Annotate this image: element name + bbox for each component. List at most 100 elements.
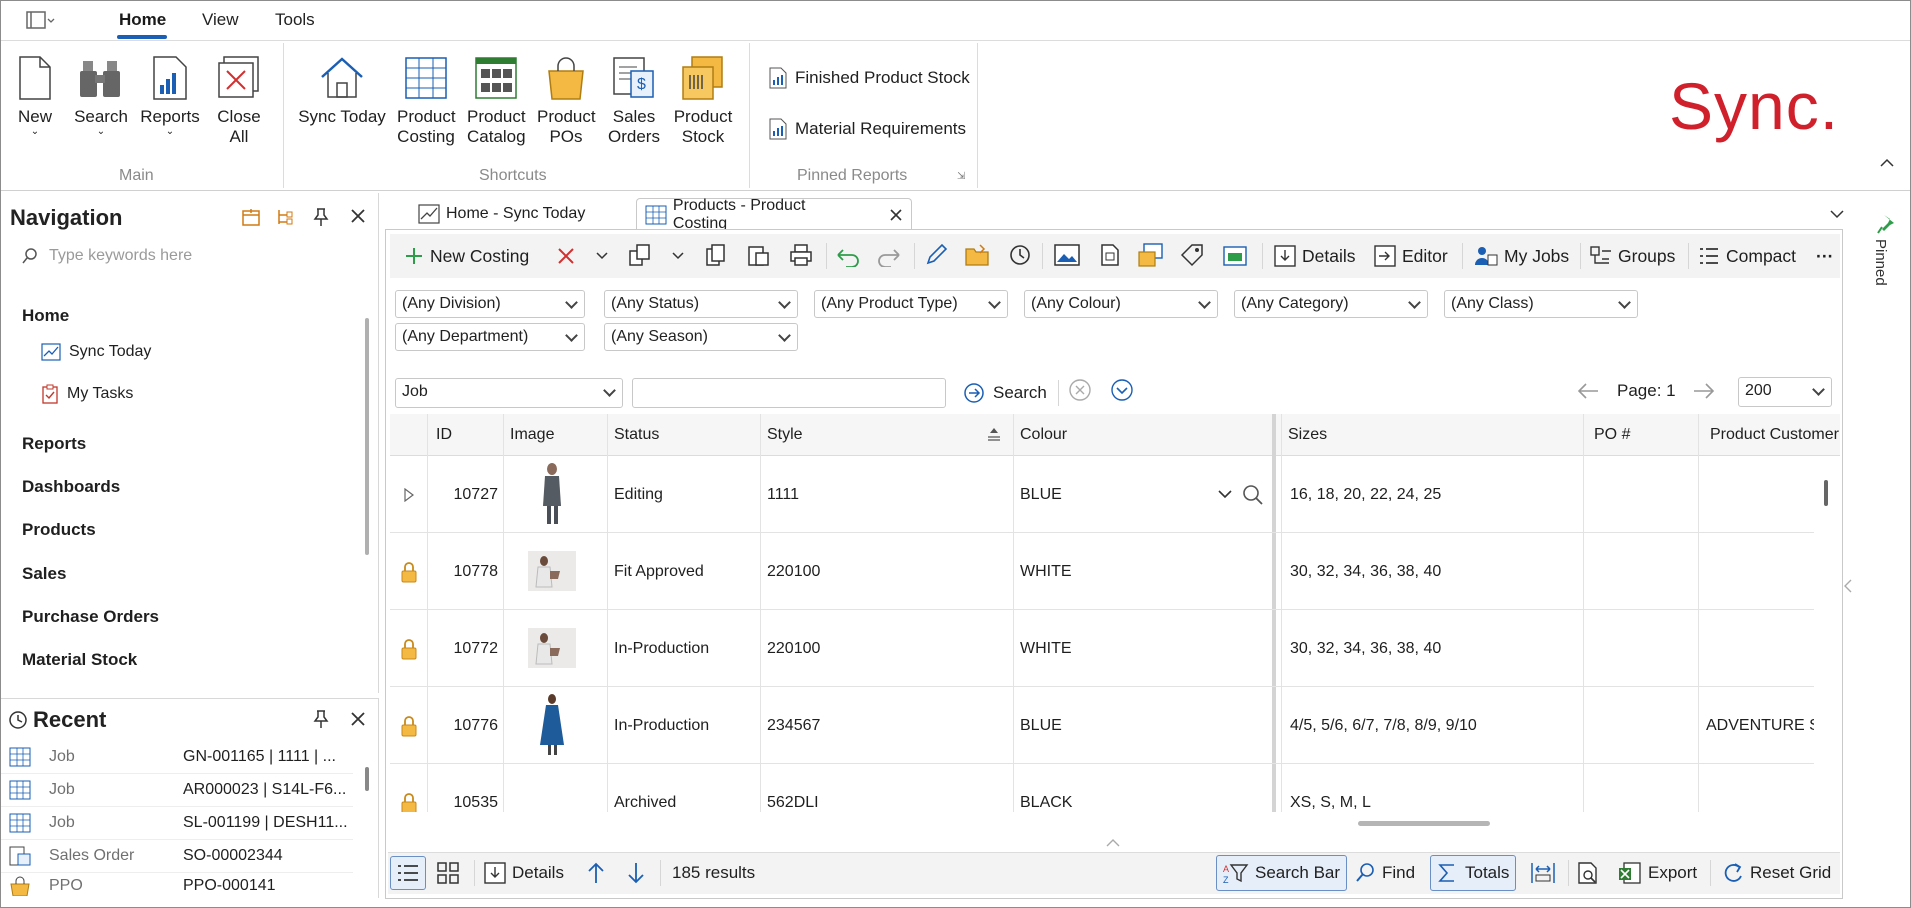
nav-add-favorite-icon[interactable] <box>241 207 261 232</box>
editor-button[interactable]: Editor <box>1374 240 1448 272</box>
nav-item-my-tasks[interactable]: My Tasks <box>41 384 133 404</box>
more-options-button[interactable]: ··· <box>1816 240 1833 272</box>
nav-tree-icon[interactable] <box>275 207 295 232</box>
column-header-style[interactable]: Style <box>761 414 803 456</box>
pinned-report-finished-product-stock[interactable]: Finished Product Stock <box>769 67 970 89</box>
close-tab-icon[interactable] <box>889 208 903 222</box>
category-filter[interactable]: (Any Category) <box>1234 290 1428 318</box>
collapse-panel-chevron-icon[interactable] <box>1106 838 1120 848</box>
groups-button[interactable]: Groups <box>1590 240 1675 272</box>
shortcut-product-catalog[interactable]: Product Catalog <box>467 55 526 147</box>
table-row[interactable]: 10772 In-Production 220100 WHITE 30, 32,… <box>390 610 1814 687</box>
nav-item-purchase-orders[interactable]: Purchase Orders <box>22 607 159 627</box>
tab-home-sync-today[interactable]: Home - Sync Today <box>410 199 630 229</box>
shortcut-product-costing[interactable]: Product Costing <box>397 55 456 147</box>
cell-colour[interactable]: BLUE <box>1020 456 1062 533</box>
column-header-sizes[interactable]: Sizes <box>1282 414 1327 456</box>
paste-icon[interactable] <box>746 243 770 267</box>
app-menu-icon[interactable] <box>25 10 55 32</box>
sort-ascending-icon[interactable] <box>986 427 1002 441</box>
department-filter[interactable]: (Any Department) <box>395 323 585 351</box>
totals-toggle[interactable]: Totals <box>1430 855 1517 891</box>
nav-scrollbar[interactable] <box>365 318 369 555</box>
reports-button[interactable]: Reports ⌄ <box>139 55 201 137</box>
search-input[interactable] <box>632 378 946 408</box>
pinned-report-material-requirements[interactable]: Material Requirements <box>769 118 966 140</box>
page-size-select[interactable]: 200 <box>1738 377 1832 407</box>
product-type-filter[interactable]: (Any Product Type) <box>814 290 1008 318</box>
chevron-down-icon[interactable] <box>1218 490 1232 500</box>
expand-row-icon[interactable] <box>404 488 414 502</box>
tab-list-chevron-icon[interactable] <box>1829 205 1845 225</box>
table-row[interactable]: 10535 Archived 562DLI BLACK XS, S, M, L <box>390 764 1814 812</box>
nav-close-icon[interactable] <box>349 207 367 230</box>
search-button[interactable]: Search <box>963 378 1047 408</box>
close-all-button[interactable]: Close All <box>213 55 265 147</box>
shortcut-sales-orders[interactable]: $ Sales Orders <box>607 55 661 147</box>
nav-item-dashboards[interactable]: Dashboards <box>22 477 120 497</box>
image-icon[interactable] <box>1054 244 1080 266</box>
recent-row[interactable]: Job GN-001165 | 1111 | ... <box>1 741 353 774</box>
vertical-scrollbar[interactable] <box>1824 480 1828 506</box>
colour-filter[interactable]: (Any Colour) <box>1024 290 1218 318</box>
recent-pin-icon[interactable] <box>311 709 331 734</box>
season-filter[interactable]: (Any Season) <box>604 323 798 351</box>
nav-item-products[interactable]: Products <box>22 520 96 540</box>
column-header-colour[interactable]: Colour <box>1014 414 1067 456</box>
recent-close-icon[interactable] <box>349 710 367 733</box>
new-costing-button[interactable]: New Costing <box>404 240 529 272</box>
list-view-button[interactable] <box>390 856 426 890</box>
document-copy-icon[interactable] <box>1098 243 1122 267</box>
recent-row[interactable]: PPO PPO-000141 <box>1 873 353 899</box>
search-bar-toggle[interactable]: AZ Search Bar <box>1216 855 1348 891</box>
shortcut-product-stock[interactable]: Product Stock <box>673 55 733 147</box>
column-header-product-customer[interactable]: Product Customer <box>1704 414 1839 456</box>
move-down-icon[interactable] <box>626 861 646 885</box>
class-filter[interactable]: (Any Class) <box>1444 290 1638 318</box>
shortcut-sync-today[interactable]: Sync Today <box>297 55 387 127</box>
recent-row[interactable]: Sales Order SO-00002344 <box>1 840 353 873</box>
pricing-icon[interactable] <box>1222 243 1248 267</box>
search-button[interactable]: Search ⌄ <box>73 55 129 137</box>
nav-item-sales[interactable]: Sales <box>22 564 66 584</box>
copy-dropdown-chevron-icon[interactable] <box>672 252 684 260</box>
history-icon[interactable] <box>1008 243 1032 267</box>
nav-search-field[interactable]: Type keywords here <box>21 243 361 269</box>
recent-scrollbar[interactable] <box>365 767 369 791</box>
tab-products-product-costing[interactable]: Products - Product Costing <box>636 197 912 232</box>
nav-pin-icon[interactable] <box>311 207 331 232</box>
my-jobs-button[interactable]: My Jobs <box>1474 240 1569 272</box>
clear-search-icon[interactable] <box>1068 378 1092 402</box>
nav-item-material-stock[interactable]: Material Stock <box>22 650 137 670</box>
print-icon[interactable] <box>789 243 813 267</box>
redo-icon[interactable] <box>877 245 903 267</box>
column-header-po[interactable]: PO # <box>1588 414 1630 456</box>
side-panel-chevron-icon[interactable] <box>1843 578 1853 594</box>
card-view-icon[interactable] <box>436 861 460 885</box>
new-button[interactable]: New ⌄ <box>13 55 57 137</box>
recent-row[interactable]: Job AR000023 | S14L-F6... <box>1 774 353 807</box>
copy-to-icon[interactable] <box>628 243 652 267</box>
menu-tab-home[interactable]: Home <box>119 10 166 30</box>
expand-filters-icon[interactable] <box>1110 378 1134 402</box>
print-preview-icon[interactable] <box>1576 861 1600 885</box>
compact-button[interactable]: Compact <box>1698 240 1796 272</box>
nav-item-home[interactable]: Home <box>22 306 69 326</box>
recent-row[interactable]: Job SL-001199 | DESH11... <box>1 807 353 840</box>
menu-tab-tools[interactable]: Tools <box>275 10 315 30</box>
table-row[interactable]: 10778 Fit Approved 220100 WHITE 30, 32, … <box>390 533 1814 610</box>
delete-dropdown-chevron-icon[interactable] <box>596 252 608 260</box>
horizontal-scrollbar[interactable] <box>1358 821 1490 826</box>
tag-icon[interactable] <box>1180 243 1204 267</box>
export-button[interactable]: Export <box>1618 858 1697 888</box>
collapse-ribbon-icon[interactable] <box>1879 153 1895 169</box>
group-options-icon[interactable]: ⇲ <box>957 171 965 182</box>
menu-tab-view[interactable]: View <box>202 10 239 30</box>
move-up-icon[interactable] <box>586 861 606 885</box>
pinned-side-strip[interactable]: Pinned <box>1858 193 1910 903</box>
fit-columns-icon[interactable] <box>1530 861 1556 885</box>
table-row[interactable]: 10776 In-Production 234567 BLUE 4/5, 5/6… <box>390 687 1814 764</box>
edit-pencil-icon[interactable] <box>924 243 948 267</box>
nav-item-reports[interactable]: Reports <box>22 434 86 454</box>
open-folder-icon[interactable] <box>964 243 990 267</box>
